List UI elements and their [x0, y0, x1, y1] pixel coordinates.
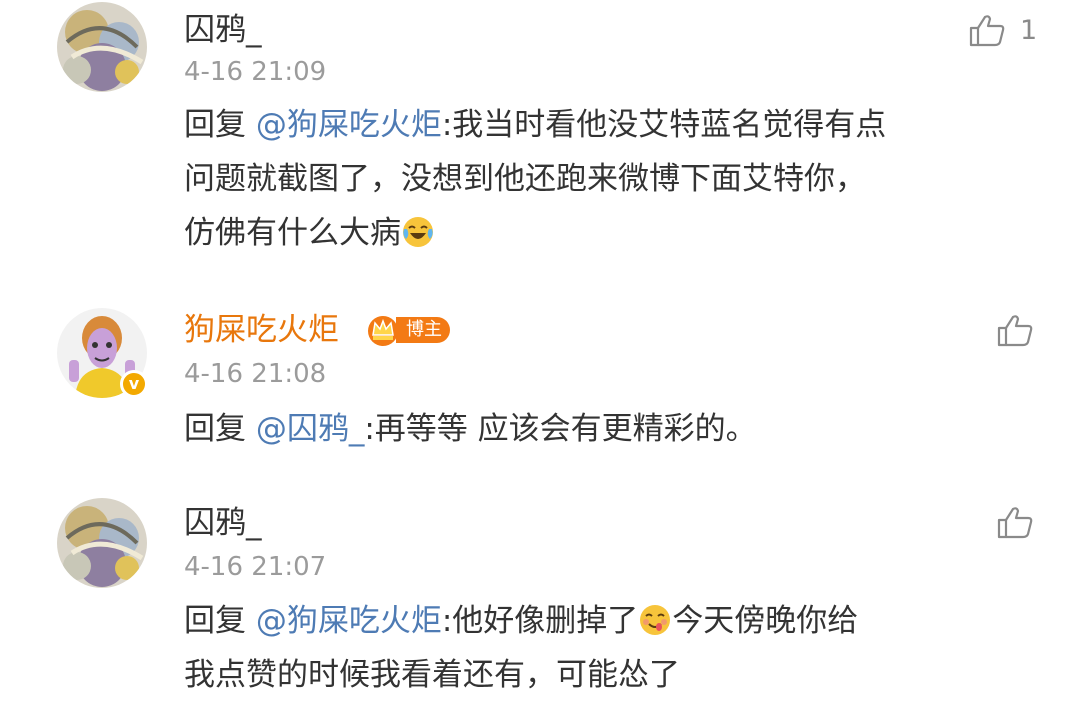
author-badge-label: 博主 [396, 317, 450, 343]
reply-prefix: 回复 [184, 603, 256, 639]
like-button[interactable] [996, 506, 1034, 540]
laugh-cry-emoji-icon [403, 217, 433, 247]
mention-link[interactable]: @狗屎吃火炬 [256, 603, 442, 639]
thumbs-up-icon [997, 507, 1033, 539]
comment-username[interactable]: 囚鸦_ [184, 503, 262, 543]
avatar[interactable] [57, 2, 147, 92]
comment-body: :再等等 应该会有更精彩的。 [364, 411, 757, 447]
comment-line: 问题就截图了，没想到他还跑来微博下面艾特你， [184, 152, 1044, 206]
comment-text: 回复 @狗屎吃火炬:我当时看他没艾特蓝名觉得有点 问题就截图了，没想到他还跑来微… [184, 98, 1044, 260]
verified-icon: v [120, 370, 148, 398]
crown-icon [368, 316, 398, 346]
comment-body: :他好像删掉了 [441, 603, 639, 639]
mention-link[interactable]: @囚鸦_ [256, 411, 365, 447]
comment-body: 今天傍晚你给 [672, 603, 859, 639]
reply-prefix: 回复 [184, 107, 256, 143]
reply-prefix: 回复 [184, 411, 256, 447]
comment-item: 囚鸦_ 4-16 21:09 1 回复 @狗屎吃火炬:我当时看他没艾特蓝名觉得有… [0, 0, 1080, 290]
mention-link[interactable]: @狗屎吃火炬 [256, 107, 442, 143]
comment-line: 回复 @狗屎吃火炬:我当时看他没艾特蓝名觉得有点 [184, 98, 1044, 152]
avatar-image [57, 498, 147, 588]
comment-body: :我当时看他没艾特蓝名觉得有点 [441, 107, 887, 143]
comment-body: 仿佛有什么大病 [184, 215, 401, 251]
yummy-emoji-icon [640, 605, 671, 635]
comment-time: 4-16 21:09 [184, 57, 327, 87]
thumbs-up-icon [997, 315, 1033, 347]
like-button[interactable]: 1 [968, 14, 1037, 48]
like-button[interactable] [996, 314, 1034, 348]
comment-line: 回复 @囚鸦_:再等等 应该会有更精彩的。 [184, 402, 1044, 456]
comment-body: 问题就截图了，没想到他还跑来微博下面艾特你， [184, 161, 866, 197]
comment-text: 回复 @囚鸦_:再等等 应该会有更精彩的。 [184, 402, 1044, 456]
comment-username[interactable]: 狗屎吃火炬 [184, 310, 339, 350]
comment-line: 回复 @狗屎吃火炬:他好像删掉了 今天傍晚你给 [184, 594, 1044, 648]
thumbs-up-icon [969, 15, 1005, 47]
avatar-image [57, 2, 147, 92]
comment-username[interactable]: 囚鸦_ [184, 10, 262, 50]
like-count: 1 [1020, 15, 1038, 46]
comment-line: 我点赞的时候我看着还有，可能怂了 [184, 648, 1044, 702]
comment-body: 我点赞的时候我看着还有，可能怂了 [184, 657, 680, 693]
comment-time: 4-16 21:07 [184, 552, 327, 582]
avatar[interactable] [57, 498, 147, 588]
comment-time: 4-16 21:08 [184, 359, 327, 389]
comment-line: 仿佛有什么大病 [184, 206, 1044, 260]
comment-text: 回复 @狗屎吃火炬:他好像删掉了 今天傍晚你给 我点赞的时候我看着还有，可能怂了 [184, 594, 1044, 702]
author-badge: 博主 [366, 313, 450, 347]
